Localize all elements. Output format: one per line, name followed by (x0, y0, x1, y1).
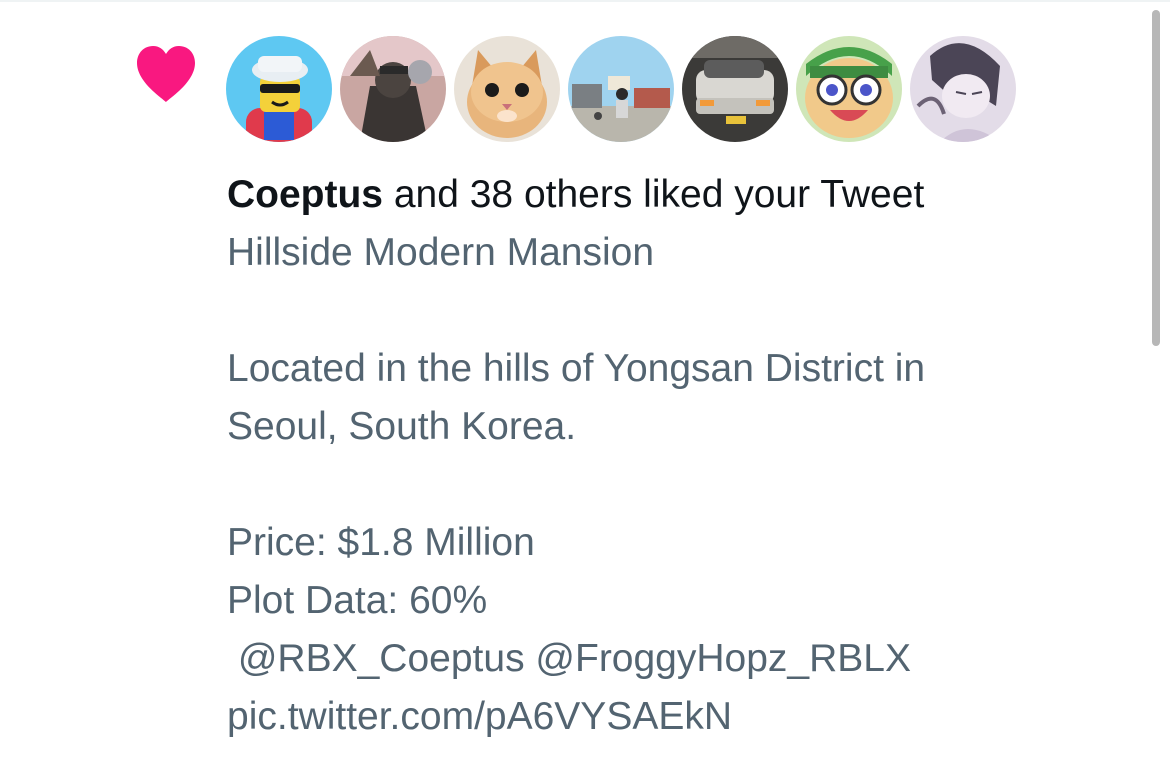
roblox-character-avatar[interactable] (226, 36, 332, 142)
tweet-text[interactable]: Hillside Modern Mansion Located in the h… (227, 224, 1107, 746)
car-avatar[interactable] (682, 36, 788, 142)
tweet-line: Seoul, South Korea. (227, 405, 577, 448)
tweet-line-blank (227, 282, 1107, 340)
frog-character-avatar[interactable] (796, 36, 902, 142)
tweet-pic-link[interactable]: pic.twitter.com/pA6VYSAEkN (227, 688, 1107, 746)
dark-figure-avatar[interactable] (340, 36, 446, 142)
kitten-avatar[interactable] (454, 36, 560, 142)
anime-sketch-avatar[interactable] (910, 36, 1016, 142)
tweet-line-blank (227, 456, 1107, 514)
tweet-line: Price: $1.8 Million (227, 521, 535, 564)
tweet-line: Plot Data: 60% (227, 579, 488, 622)
liker-name[interactable]: Coeptus (227, 173, 383, 216)
tweet-line: Hillside Modern Mansion (227, 231, 655, 274)
tweet-mentions[interactable]: @RBX_Coeptus @FroggyHopz_RBLX (227, 630, 1107, 688)
heart-icon (137, 46, 195, 102)
notification-summary: Coeptus and 38 others liked your Tweet (227, 166, 1107, 224)
scrollbar[interactable] (1152, 10, 1160, 346)
game-street-avatar[interactable] (568, 36, 674, 142)
summary-text: and 38 others liked your Tweet (383, 173, 925, 216)
tweet-line: Located in the hills of Yongsan District… (227, 347, 926, 390)
notification-content: Coeptus and 38 others liked your Tweet H… (227, 166, 1107, 746)
like-notification[interactable]: Coeptus and 38 others liked your Tweet H… (0, 0, 1140, 776)
